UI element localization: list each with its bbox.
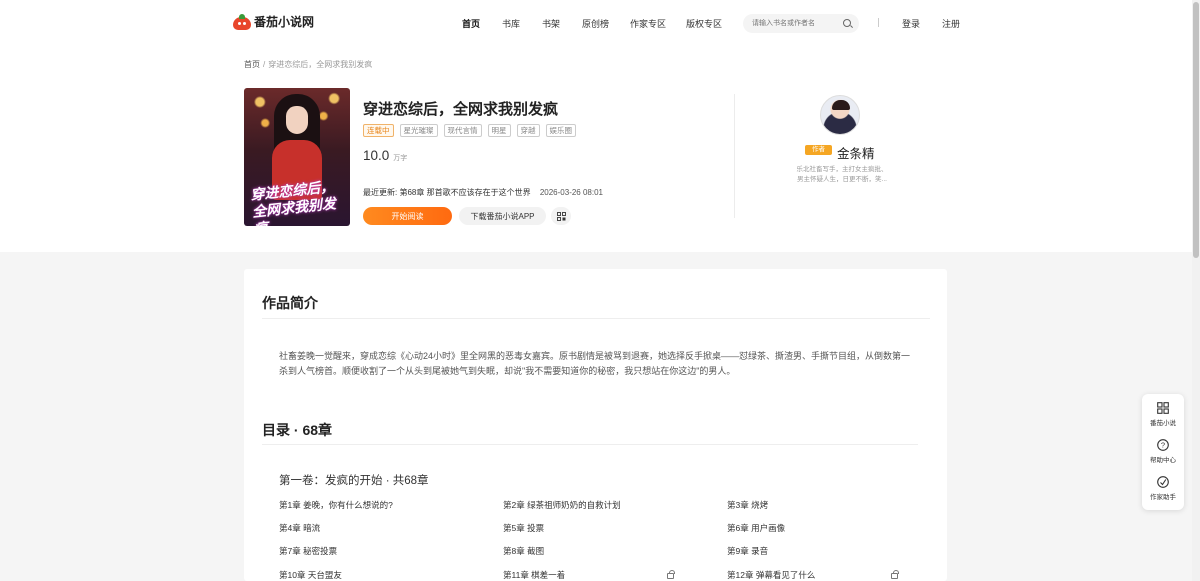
latest-chapter-link[interactable]: 第68章 那首歌不应该存在于这个世界 [399,188,530,197]
start-reading-button[interactable]: 开始阅读 [363,207,452,225]
chapter-link[interactable]: 第9章 录音 [727,545,768,557]
svg-text:?: ? [1161,441,1165,450]
chapter-link[interactable]: 第3章 烧烤 [727,499,768,511]
tag-item[interactable]: 现代言情 [443,124,482,137]
side-author-assistant[interactable]: 作家助手 [1142,476,1184,501]
lock-icon [667,570,675,579]
breadcrumb-home[interactable]: 首页 [244,60,260,69]
chapter-link[interactable]: 第10章 天台盟友 [279,569,342,581]
side-fanqie-novel[interactable]: 番茄小说 [1142,402,1184,427]
latest-update-label: 最近更新: [363,188,398,197]
chapter-link[interactable]: 第2章 绿茶祖师奶奶的自救计划 [503,499,621,511]
author-description: 乐北社畜写手，主打女主疯批、 男主怀疑人生，日更不断，笑... [790,165,894,185]
search-box [743,14,859,33]
scrollbar-thumb[interactable] [1193,2,1199,258]
chapter-link[interactable]: 第6章 用户画像 [727,522,785,534]
chapter-link[interactable]: 第11章 棋差一着 [503,569,565,581]
tag-item[interactable]: 娱乐圈 [545,124,576,137]
author-avatar[interactable] [820,95,860,135]
author-description-line: 男主怀疑人生，日更不断，笑... [797,176,887,183]
chapter-link[interactable]: 第5章 投票 [503,522,544,534]
author-name[interactable]: 金条精 [837,143,875,162]
register-link[interactable]: 注册 [942,17,960,30]
qr-code-icon [556,211,566,221]
qr-code-icon [1157,402,1169,414]
breadcrumb-separator: / [263,60,266,69]
intro-title-divider [262,318,930,319]
author-description-line: 乐北社畜写手，主打女主疯批、 [796,166,888,173]
intro-text: 社畜姜晚一觉醒来，穿成恋综《心动24小时》里全网黑的恶毒女嘉宾。原书剧情是被骂到… [279,351,911,376]
chapter-link[interactable]: 第8章 截图 [503,545,544,557]
nav-author-zone[interactable]: 作家专区 [630,17,666,30]
header-divider [878,18,879,27]
nav-copyright-zone[interactable]: 版权专区 [686,17,722,30]
word-count-unit: 万字 [393,155,408,162]
volume-title: 第一卷：发疯的开始 · 共68章 [279,475,429,487]
nav-bookshelf[interactable]: 书架 [542,17,560,30]
author-badge: 作者 [805,145,832,155]
breadcrumb: 首页 / 穿进恋综后，全网求我别发疯 [244,59,372,70]
catalog-title: 目录 · 68章 [262,422,333,438]
nav-home[interactable]: 首页 [462,17,480,30]
search-input[interactable] [752,17,838,30]
chapter-link[interactable]: 第7章 秘密投票 [279,545,337,557]
tag-item[interactable]: 星光璀璨 [399,124,438,137]
chapter-link[interactable]: 第12章 弹幕看见了什么 [727,569,815,581]
chapter-link[interactable]: 第4章 暗流 [279,522,320,534]
tomato-logo-icon [233,13,251,30]
breadcrumb-current: 穿进恋综后，全网求我别发疯 [268,60,373,69]
download-app-button[interactable]: 下载番茄小说APP [459,207,546,225]
tag-item[interactable]: 穿越 [516,124,540,137]
latest-update: 最近更新: 第68章 那首歌不应该存在于这个世界 2026-03-26 08:0… [363,187,603,198]
book-tags: 连载中 星光璀璨 现代言情 明星 穿越 娱乐圈 [363,124,576,137]
word-count-value: 10.0 [363,148,390,163]
status-badge: 连载中 [363,124,394,137]
word-count: 10.0 万字 [363,148,407,163]
floating-side-panel: 番茄小说 ? 帮助中心 作家助手 [1142,394,1184,510]
cover-title-art: 穿进恋综后，全网求我别发疯 [249,178,337,226]
book-info-section [0,40,1192,252]
help-icon: ? [1157,439,1169,451]
book-title: 穿进恋综后，全网求我别发疯 [363,101,559,118]
side-author-assistant-label: 作家助手 [1150,494,1176,501]
latest-update-time: 2026-03-26 08:01 [539,188,603,197]
nav-library[interactable]: 书库 [502,17,520,30]
lock-icon [891,570,899,579]
nav-original-ranking[interactable]: 原创榜 [582,17,609,30]
content-card [244,269,947,581]
side-help-center[interactable]: ? 帮助中心 [1142,439,1184,464]
author-assistant-icon [1157,476,1169,488]
side-help-center-label: 帮助中心 [1150,457,1176,464]
intro-title: 作品简介 [262,295,318,311]
book-cover[interactable]: 穿进恋综后，全网求我别发疯 [244,88,350,226]
search-icon[interactable] [843,19,851,27]
catalog-title-divider [262,444,918,445]
login-link[interactable]: 登录 [902,17,920,30]
info-divider [734,94,735,218]
chapter-link[interactable]: 第1章 姜晚，你有什么想说的? [279,499,393,511]
qr-code-button[interactable] [551,207,571,225]
site-logo[interactable]: 番茄小说网 [233,13,314,30]
logo-text: 番茄小说网 [254,15,315,29]
side-fanqie-novel-label: 番茄小说 [1150,420,1176,427]
tag-item[interactable]: 明星 [487,124,511,137]
